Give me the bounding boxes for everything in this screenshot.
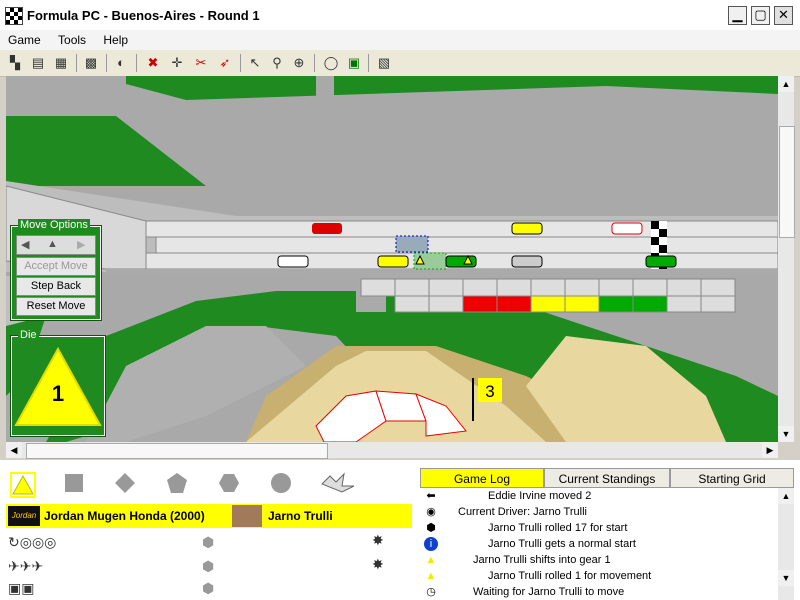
grid-icon[interactable]: ▩ (82, 54, 100, 72)
track-view[interactable]: 3 Move Options ◀ ▲ ▶ Accept Move Step Ba… (6, 76, 778, 442)
window-title: Formula PC - Buenos-Aires - Round 1 (27, 8, 260, 23)
log-entry: ⬅ Eddie Irvine moved 2 (420, 488, 778, 504)
log-entry: ◷ Waiting for Jarno Trulli to move (420, 584, 778, 600)
log-entry-text: Jarno Trulli gets a normal start (488, 538, 636, 550)
maximize-button[interactable]: ▢ (751, 6, 770, 25)
menu-help[interactable]: Help (95, 30, 134, 47)
comment-icon[interactable]: ◯ (322, 54, 340, 72)
log-entry-text: Eddie Irvine moved 2 (488, 490, 592, 502)
collision-icon: ✸ (372, 556, 384, 572)
tools-icon[interactable]: ✂ (192, 54, 210, 72)
target-icon[interactable]: ✛ (168, 54, 186, 72)
horizontal-scroll-thumb[interactable] (26, 443, 328, 459)
triangle-die-icon[interactable] (10, 472, 36, 498)
crash-icon[interactable] (320, 472, 356, 494)
log-entry-text: Jarno Trulli shifts into gear 1 (473, 554, 611, 566)
menu-game[interactable]: Game (0, 30, 47, 47)
game-log: ⬅ Eddie Irvine moved 2 ◉ Current Driver: Ja… (420, 488, 778, 600)
square-die-icon[interactable] (63, 472, 85, 494)
info-tabs: Game Log Current Standings Starting Grid (420, 468, 794, 488)
menu-bar: Game Tools Help (0, 30, 800, 50)
scroll-down-icon[interactable]: ▼ (778, 426, 794, 442)
move-options-panel: Move Options ◀ ▲ ▶ Accept Move Step Back… (11, 219, 101, 320)
triangle-die-icon: ▲ (425, 554, 437, 566)
hexagon-slot-icon: ⬢ (202, 534, 215, 550)
clock-icon: ◷ (426, 586, 436, 598)
hexagon-die-icon: ⬢ (426, 522, 436, 534)
title-bar: Formula PC - Buenos-Aires - Round 1 ▁ ▢ … (0, 0, 800, 31)
info-icon: i (424, 537, 438, 551)
log-scrollbar[interactable]: ▲ ▼ (778, 488, 794, 600)
hexagon-slot-icon: ⬢ (202, 580, 215, 596)
tab-game-log[interactable]: Game Log (420, 468, 544, 488)
checkered-flag-icon[interactable]: ▚ (6, 54, 24, 72)
driver-avatar (232, 505, 262, 527)
log-entry-text: Jarno Trulli rolled 17 for start (488, 522, 628, 534)
move-straight-icon[interactable]: ▲ (47, 238, 58, 250)
log-entry: ⬢ Jarno Trulli rolled 17 for start (420, 520, 778, 536)
helmet-icon: ◉ (426, 506, 436, 518)
scroll-up-icon[interactable]: ▲ (778, 488, 794, 504)
hexagon-die-icon[interactable] (218, 472, 240, 494)
team-logo: Jordan (8, 506, 40, 526)
team-name: Jordan Mugen Honda (2000) (44, 509, 205, 523)
rocket-icon[interactable]: ➶ (216, 54, 234, 72)
settings-icon[interactable]: ▧ (375, 54, 393, 72)
vertical-scrollbar[interactable]: ▲ ▼ (778, 76, 795, 442)
driver-name: Jarno Trulli (268, 509, 333, 523)
log-entry-text: Jarno Trulli rolled 1 for movement (488, 570, 652, 582)
move-right-icon[interactable]: ▶ (77, 238, 85, 251)
die-value: 1 (51, 381, 65, 406)
log-entry: ▲ Jarno Trulli shifts into gear 1 (420, 552, 778, 568)
close-button[interactable]: ✕ (774, 6, 793, 25)
helmet-icon[interactable]: ◐ (112, 54, 130, 72)
arrow-icon: ⬅ (426, 490, 436, 502)
log-entry: i Jarno Trulli gets a normal start (420, 536, 778, 552)
scroll-up-icon[interactable]: ▲ (778, 76, 794, 92)
vertical-scroll-thumb[interactable] (779, 126, 795, 238)
triangle-die-icon: ▲ (425, 570, 437, 582)
zoom-fit-icon[interactable]: ⊕ (290, 54, 308, 72)
hexagon-slot-icon: ⬢ (202, 558, 215, 574)
open-icon[interactable]: ▤ (29, 54, 47, 72)
move-options-title: Move Options (18, 219, 90, 231)
save-icon[interactable]: ▦ (52, 54, 70, 72)
minimize-button[interactable]: ▁ (728, 6, 747, 25)
pentagon-die-icon[interactable] (166, 472, 188, 494)
diamond-die-icon[interactable] (114, 472, 136, 494)
pointer-icon[interactable]: ↖ (246, 54, 264, 72)
log-entry: ▲ Jarno Trulli rolled 1 for movement (420, 568, 778, 584)
log-entry: ◉ Current Driver: Jarno Trulli (420, 504, 778, 520)
tab-starting-grid[interactable]: Starting Grid (670, 468, 794, 488)
horizontal-scrollbar[interactable]: ◀ ▶ (6, 442, 778, 459)
scroll-right-icon[interactable]: ▶ (762, 442, 778, 458)
corner-flag-number: 3 (485, 382, 494, 401)
menu-tools[interactable]: Tools (50, 30, 92, 47)
pin-icon[interactable]: ✖ (144, 54, 162, 72)
accept-move-button[interactable]: Accept Move (16, 257, 96, 276)
reset-move-button[interactable]: Reset Move (16, 297, 96, 316)
track-map: 3 (6, 76, 778, 442)
move-left-icon[interactable]: ◀ (21, 238, 29, 251)
log-entry-text: Current Driver: Jarno Trulli (458, 506, 587, 518)
collision-icon: ✸ (372, 532, 384, 548)
die-panel: Die 1 (11, 329, 105, 436)
scroll-down-icon[interactable]: ▼ (778, 570, 794, 586)
chat-icon[interactable]: ▣ (345, 54, 363, 72)
app-icon (5, 7, 23, 25)
toolbar: ▚ ▤ ▦ ▩ ◐ ✖ ✛ ✂ ➶ ↖ ⚲ ⊕ ◯ ▣ ▧ (0, 50, 800, 77)
team-bar: Jordan Jordan Mugen Honda (2000) Jarno T… (6, 504, 412, 528)
zoom-icon[interactable]: ⚲ (268, 54, 286, 72)
circle-die-icon[interactable] (270, 472, 292, 494)
step-back-button[interactable]: Step Back (16, 277, 96, 296)
gearbox-icon: ↻◎◎◎ (8, 534, 57, 550)
tab-current-standings[interactable]: Current Standings (544, 468, 670, 488)
log-entry-text: Waiting for Jarno Trulli to move (473, 586, 625, 598)
fuel-icon: ▣▣ (8, 580, 35, 596)
scroll-left-icon[interactable]: ◀ (6, 442, 22, 458)
brakes-icon: ✈✈✈ (8, 558, 44, 574)
